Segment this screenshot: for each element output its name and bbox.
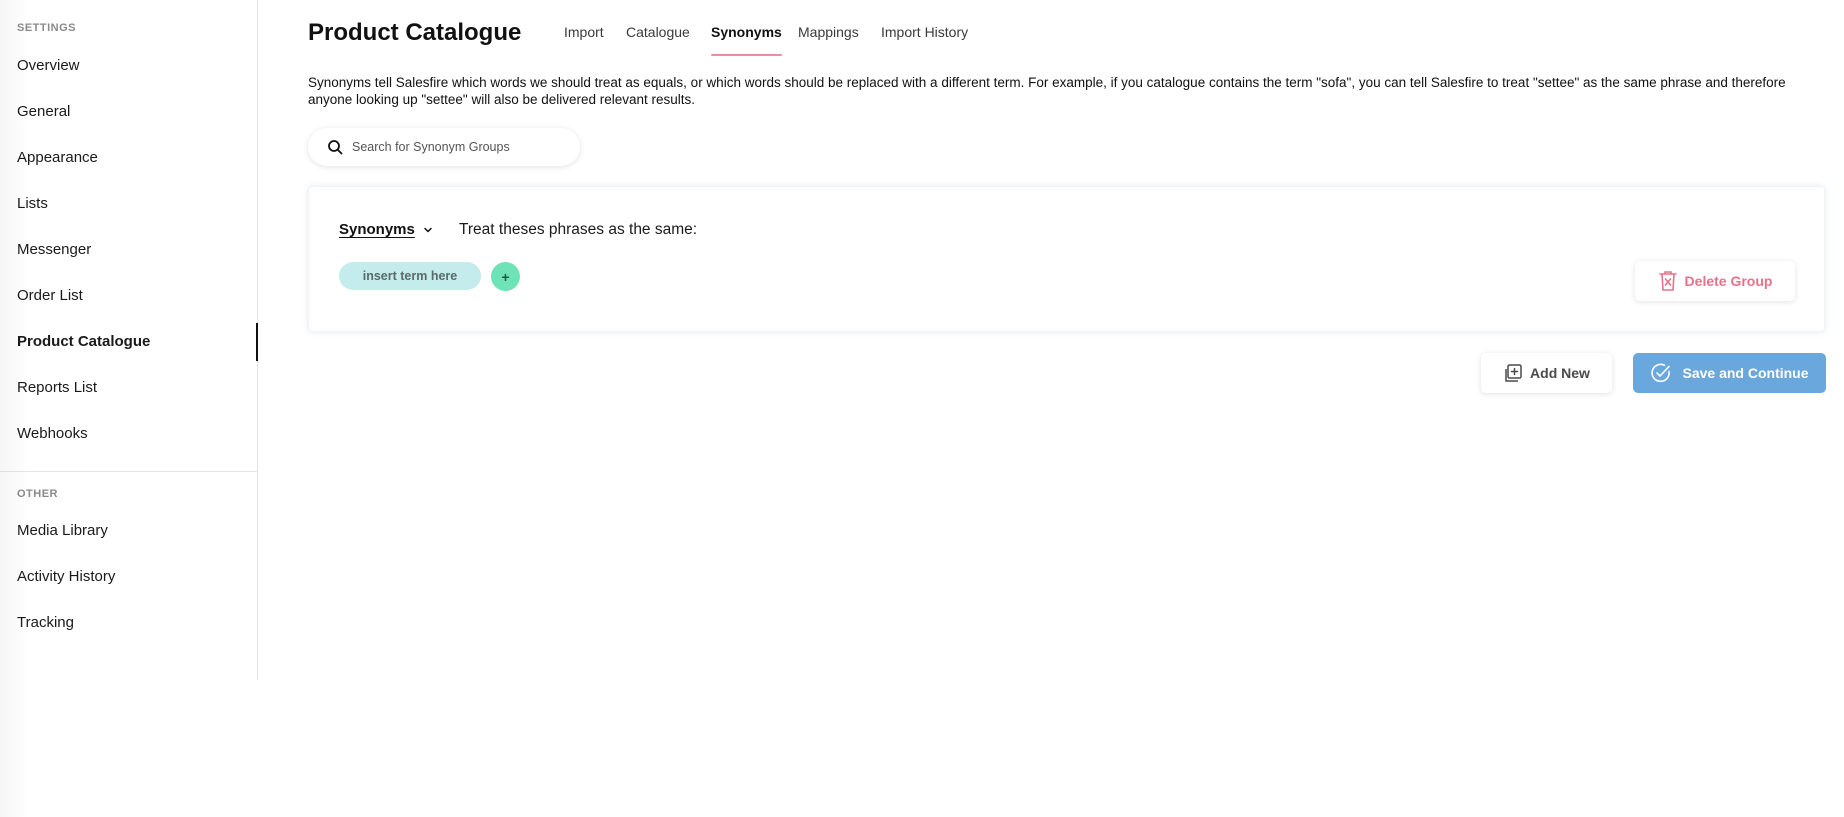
synonym-search-box[interactable]	[308, 128, 580, 166]
page-title: Product Catalogue	[308, 19, 522, 46]
app-root: SETTINGS Overview General Appearance Lis…	[0, 0, 1844, 817]
sidebar: SETTINGS Overview General Appearance Lis…	[0, 0, 258, 680]
add-copy-icon	[1503, 363, 1523, 383]
save-and-continue-label: Save and Continue	[1682, 365, 1809, 381]
delete-group-button[interactable]: Delete Group	[1635, 261, 1795, 301]
chevron-down-icon	[423, 225, 433, 235]
tab-mappings[interactable]: Mappings	[798, 24, 859, 56]
tab-import-history[interactable]: Import History	[881, 24, 968, 56]
add-new-button[interactable]: Add New	[1481, 353, 1612, 393]
sidebar-item-overview[interactable]: Overview	[17, 49, 258, 83]
sidebar-item-general[interactable]: General	[17, 95, 258, 129]
synonyms-description: Synonyms tell Salesfire which words we s…	[308, 75, 1786, 107]
synonym-group-card: Synonyms Treat theses phrases as the sam…	[308, 186, 1825, 332]
group-instruction: Treat theses phrases as the same:	[459, 221, 698, 238]
sidebar-item-appearance[interactable]: Appearance	[17, 141, 258, 175]
check-circle-icon	[1650, 362, 1672, 384]
sidebar-item-order-list[interactable]: Order List	[17, 279, 258, 313]
group-type-label: Synonyms	[339, 221, 415, 238]
sidebar-divider	[0, 471, 258, 472]
sidebar-section-settings-title: SETTINGS	[17, 22, 77, 34]
sidebar-item-product-catalogue[interactable]: Product Catalogue	[17, 323, 258, 361]
add-new-label: Add New	[1530, 365, 1590, 381]
sidebar-item-messenger[interactable]: Messenger	[17, 233, 258, 267]
term-input-chip[interactable]: insert term here	[339, 262, 481, 290]
sidebar-item-activity-history[interactable]: Activity History	[17, 560, 258, 594]
delete-group-label: Delete Group	[1684, 273, 1773, 289]
search-icon	[327, 139, 343, 155]
sidebar-item-reports-list[interactable]: Reports List	[17, 371, 258, 405]
sidebar-section-other-title: OTHER	[17, 488, 58, 500]
sidebar-item-lists[interactable]: Lists	[17, 187, 258, 221]
save-and-continue-button[interactable]: Save and Continue	[1633, 353, 1826, 393]
tab-synonyms[interactable]: Synonyms	[711, 24, 782, 56]
group-type-dropdown[interactable]: Synonyms	[339, 221, 433, 238]
tab-import[interactable]: Import	[564, 24, 604, 56]
add-term-button[interactable]: +	[491, 262, 520, 291]
tab-catalogue[interactable]: Catalogue	[626, 24, 690, 56]
synonym-search-input[interactable]	[352, 140, 562, 154]
trash-icon	[1658, 270, 1678, 292]
sidebar-item-media-library[interactable]: Media Library	[17, 514, 258, 548]
sidebar-item-webhooks[interactable]: Webhooks	[17, 417, 258, 451]
sidebar-item-tracking[interactable]: Tracking	[17, 606, 258, 640]
